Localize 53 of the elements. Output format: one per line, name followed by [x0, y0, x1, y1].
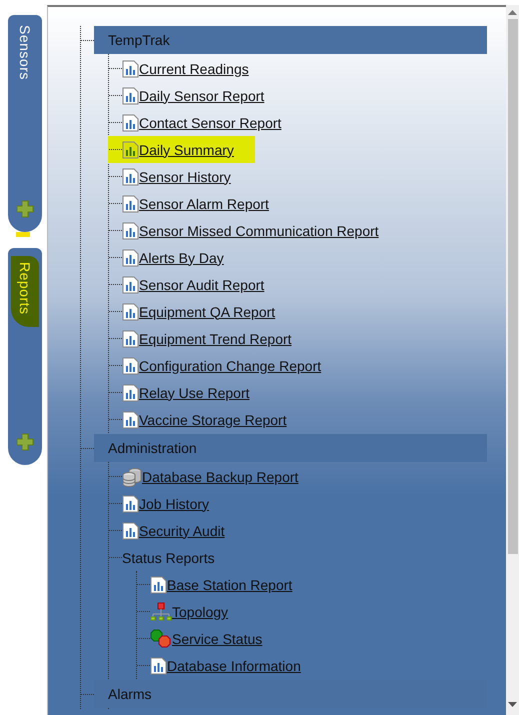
database-icon — [122, 466, 142, 486]
report-chart-icon — [122, 356, 139, 374]
report-link[interactable]: Daily Sensor Report — [139, 88, 264, 104]
report-link[interactable]: Service Status — [172, 630, 262, 646]
report-link[interactable]: Equipment QA Report — [139, 304, 276, 320]
report-chart-icon — [122, 168, 139, 186]
report-link[interactable]: Alerts By Day — [139, 250, 224, 266]
tree-group-label[interactable]: Status Reports — [122, 550, 215, 566]
report-link[interactable]: Security Audit — [139, 522, 225, 538]
section-header[interactable]: TempTrak — [94, 26, 487, 54]
scroll-up-icon[interactable] — [508, 10, 517, 15]
scrollbar[interactable] — [506, 5, 519, 715]
report-chart-icon — [122, 410, 139, 428]
selection-marker — [16, 232, 30, 237]
sidebar-tab[interactable]: Sensors — [8, 15, 42, 232]
scroll-down-icon[interactable] — [508, 702, 517, 707]
report-chart-icon — [122, 330, 139, 348]
report-link[interactable]: Vaccine Storage Report — [139, 412, 287, 428]
report-chart-icon — [122, 140, 139, 158]
report-link[interactable]: Topology — [172, 604, 228, 620]
report-link[interactable]: Sensor Audit Report — [139, 276, 264, 292]
report-link[interactable]: Sensor Alarm Report — [139, 196, 269, 212]
report-chart-icon — [122, 248, 139, 266]
network-icon — [150, 602, 172, 622]
report-link[interactable]: Relay Use Report — [139, 384, 250, 400]
report-link[interactable]: Equipment Trend Report — [139, 330, 292, 346]
add-icon[interactable] — [16, 200, 34, 218]
report-link[interactable]: Current Readings — [139, 60, 249, 76]
report-chart-icon — [122, 384, 139, 402]
report-link[interactable]: Sensor History — [139, 168, 231, 184]
scrollbar-thumb[interactable] — [508, 19, 518, 554]
report-chart-icon — [122, 302, 139, 320]
add-icon[interactable] — [16, 433, 34, 451]
report-chart-icon — [122, 276, 139, 294]
report-link[interactable]: Base Station Report — [167, 576, 292, 592]
report-chart-icon — [150, 656, 167, 674]
report-link[interactable]: Sensor Missed Communication Report — [139, 222, 379, 238]
report-link[interactable]: Database Backup Report — [142, 468, 298, 484]
report-link[interactable]: Configuration Change Report — [139, 358, 322, 374]
report-link[interactable]: Database Information — [167, 658, 301, 674]
report-chart-icon — [122, 86, 139, 104]
report-chart-icon — [122, 114, 139, 132]
report-chart-icon — [122, 494, 139, 512]
report-chart-icon — [150, 576, 167, 594]
report-link[interactable]: Job History — [139, 496, 210, 512]
report-link[interactable]: Contact Sensor Report — [139, 114, 282, 130]
sidebar-tab[interactable]: Reports — [8, 248, 42, 465]
report-chart-icon — [122, 522, 139, 540]
report-chart-icon — [122, 60, 139, 78]
status-lights-icon — [150, 628, 172, 648]
report-chart-icon — [122, 194, 139, 212]
report-chart-icon — [122, 222, 139, 240]
section-header[interactable]: Administration — [94, 434, 487, 462]
